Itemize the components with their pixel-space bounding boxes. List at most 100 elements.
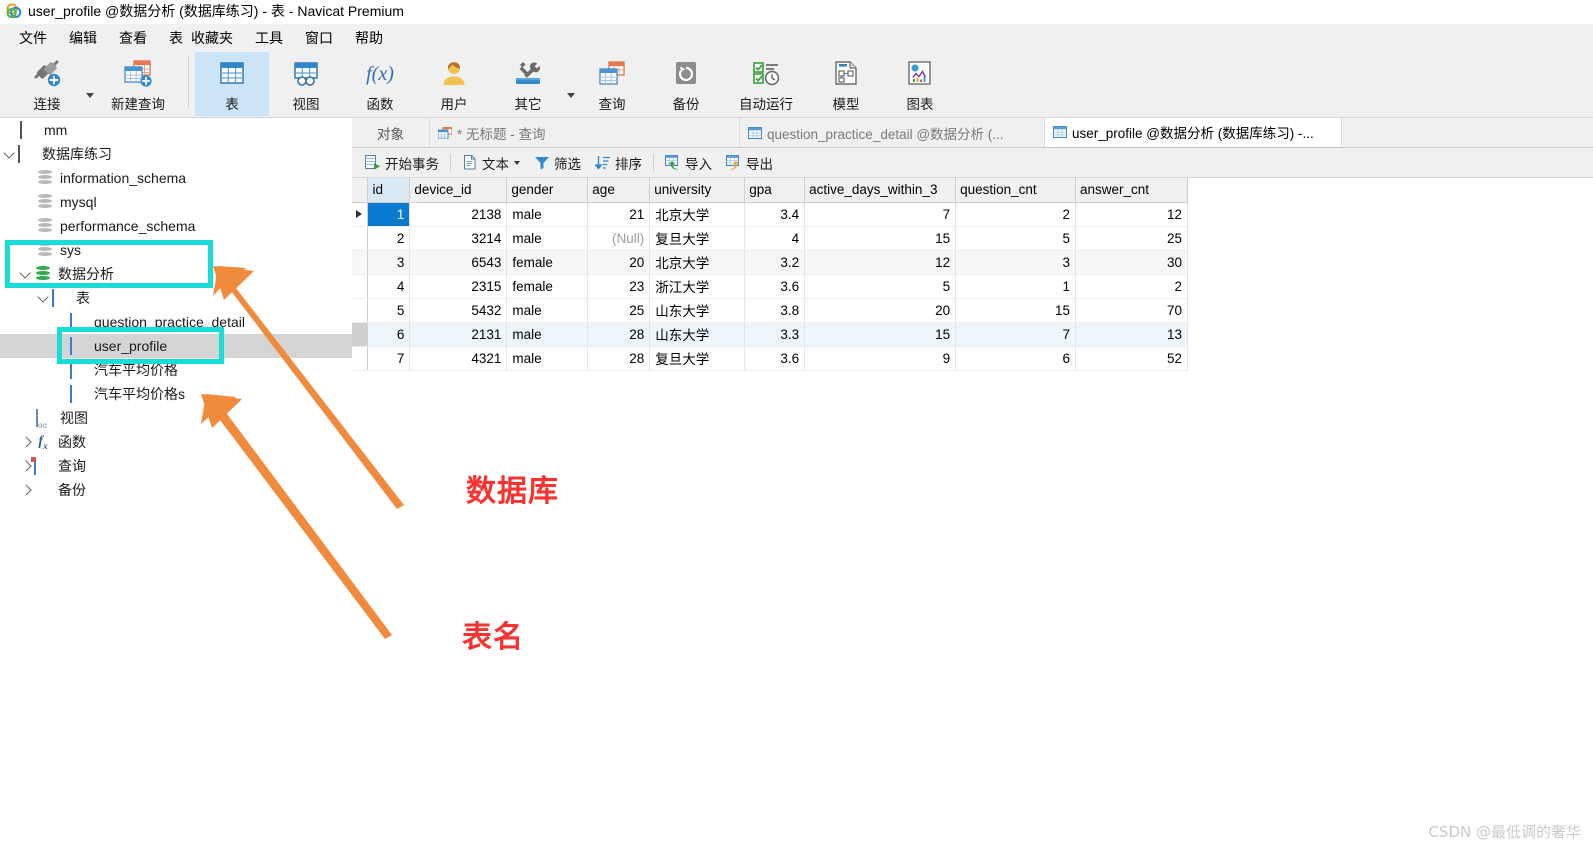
cell-active-days-within-30[interactable]: 5 [804, 274, 957, 299]
cell-question-cnt[interactable]: 15 [955, 298, 1077, 323]
cell-answer-cnt[interactable]: 70 [1075, 298, 1188, 323]
data-grid[interactable]: id device_id gender age university gpa a… [352, 178, 1188, 371]
cell-question-cnt[interactable]: 3 [955, 250, 1077, 275]
cell-university[interactable]: 北京大学 [649, 202, 746, 227]
tree-db-sys[interactable]: sys [0, 238, 352, 262]
column-header-age[interactable]: age [587, 178, 651, 203]
cell-active-days-within-30[interactable]: 9 [804, 346, 957, 371]
tree-folder-tables[interactable]: 表 [0, 286, 352, 310]
column-header-university[interactable]: university [649, 178, 746, 203]
cell-gpa[interactable]: 4 [744, 226, 806, 251]
toolbar-function[interactable]: f(x) 函数 [343, 52, 417, 116]
cell-device-id[interactable]: 6543 [409, 250, 508, 275]
row-marker[interactable] [352, 226, 369, 251]
cell-age[interactable]: 23 [587, 274, 651, 299]
tab-objects[interactable]: 对象 [352, 118, 430, 147]
tree-connection-shujukulianxi[interactable]: 数据库练习 [0, 142, 352, 166]
column-header-answer-cnt[interactable]: answer_cnt [1075, 178, 1188, 203]
toolbar-automation[interactable]: 自动运行 [723, 52, 809, 116]
menu-help[interactable]: 帮助 [344, 25, 394, 51]
table-row[interactable]: 6 2131 male 28 山东大学 3.3 15 7 13 [352, 322, 1188, 347]
toolbar-query[interactable]: 查询 [575, 52, 649, 116]
toolbar-other-dropdown-icon[interactable] [567, 93, 575, 98]
cell-active-days-within-30[interactable]: 12 [804, 250, 957, 275]
column-header-active-days-within-30[interactable]: active_days_within_3 [804, 178, 957, 203]
grid-sort[interactable]: 排序 [588, 151, 649, 175]
menu-tools[interactable]: 工具 [244, 25, 294, 51]
toolbar-connection-dropdown-icon[interactable] [86, 93, 94, 98]
cell-id[interactable]: 3 [367, 250, 411, 275]
tree-db-mysql[interactable]: mysql [0, 190, 352, 214]
cell-answer-cnt[interactable]: 52 [1075, 346, 1188, 371]
tab-user-profile[interactable]: user_profile @数据分析 (数据库练习) -... [1045, 118, 1342, 147]
tab-untitled-query[interactable]: * 无标题 - 查询 [430, 118, 740, 147]
cell-answer-cnt[interactable]: 30 [1075, 250, 1188, 275]
toolbar-user[interactable]: 用户 [417, 52, 491, 116]
tree-db-shujufenxi[interactable]: 数据分析 [0, 262, 352, 286]
cell-university[interactable]: 山东大学 [649, 322, 746, 347]
tree-connection-mm[interactable]: mm [0, 118, 352, 142]
cell-active-days-within-30[interactable]: 15 [804, 322, 957, 347]
cell-gpa[interactable]: 3.4 [744, 202, 806, 227]
chevron-right-icon[interactable] [18, 482, 34, 498]
cell-id[interactable]: 6 [367, 322, 411, 347]
cell-gender[interactable]: male [506, 322, 589, 347]
table-row[interactable]: 7 4321 male 28 复旦大学 3.6 9 6 52 [352, 346, 1188, 371]
cell-gender[interactable]: female [506, 250, 589, 275]
grid-import[interactable]: 导入 [658, 151, 719, 175]
chevron-right-icon[interactable] [18, 434, 34, 450]
tree-folder-backups[interactable]: 备份 [0, 478, 352, 502]
menu-favorites[interactable]: 收藏夹 [187, 25, 244, 51]
toolbar-model[interactable]: 模型 [809, 52, 883, 116]
cell-gpa[interactable]: 3.2 [744, 250, 806, 275]
cell-question-cnt[interactable]: 7 [955, 322, 1077, 347]
column-header-device-id[interactable]: device_id [409, 178, 508, 203]
cell-question-cnt[interactable]: 1 [955, 274, 1077, 299]
cell-answer-cnt[interactable]: 2 [1075, 274, 1188, 299]
row-marker[interactable] [352, 274, 369, 299]
tree-table-qichepingjunjiage[interactable]: 汽车平均价格 [0, 358, 352, 382]
toolbar-connection[interactable]: 连接 [10, 52, 84, 116]
cell-device-id[interactable]: 5432 [409, 298, 508, 323]
cell-id[interactable]: 2 [367, 226, 411, 251]
row-marker[interactable] [352, 346, 369, 371]
cell-age[interactable]: 28 [587, 346, 651, 371]
row-marker[interactable] [352, 298, 369, 323]
tree-folder-queries[interactable]: 查询 [0, 454, 352, 478]
cell-question-cnt[interactable]: 6 [955, 346, 1077, 371]
cell-answer-cnt[interactable]: 25 [1075, 226, 1188, 251]
cell-active-days-within-30[interactable]: 20 [804, 298, 957, 323]
cell-age[interactable]: (Null) [587, 226, 651, 251]
cell-university[interactable]: 浙江大学 [649, 274, 746, 299]
grid-begin-transaction[interactable]: 开始事务 [358, 151, 446, 175]
cell-gender[interactable]: male [506, 346, 589, 371]
tree-table-qichepingjunjiages[interactable]: 汽车平均价格s [0, 382, 352, 406]
row-marker[interactable] [352, 202, 369, 227]
row-marker[interactable] [352, 322, 369, 347]
cell-university[interactable]: 复旦大学 [649, 226, 746, 251]
toolbar-other[interactable]: 其它 [491, 52, 565, 116]
database-tree-sidebar[interactable]: mm 数据库练习 information_schema mysql perfor… [0, 118, 352, 852]
table-row[interactable]: 1 2138 male 21 北京大学 3.4 7 2 12 [352, 202, 1188, 227]
cell-gpa[interactable]: 3.3 [744, 322, 806, 347]
cell-answer-cnt[interactable]: 13 [1075, 322, 1188, 347]
tree-db-performance-schema[interactable]: performance_schema [0, 214, 352, 238]
menu-window[interactable]: 窗口 [294, 25, 344, 51]
toolbar-view[interactable]: 视图 [269, 52, 343, 116]
toolbar-new-query[interactable]: 新建查询 [94, 52, 182, 116]
toolbar-chart[interactable]: 图表 [883, 52, 957, 116]
grid-text[interactable]: 文本 [455, 151, 527, 175]
cell-device-id[interactable]: 4321 [409, 346, 508, 371]
menu-file[interactable]: 文件 [8, 25, 58, 51]
cell-gender[interactable]: male [506, 226, 589, 251]
cell-active-days-within-30[interactable]: 7 [804, 202, 957, 227]
menu-edit[interactable]: 编辑 [58, 25, 108, 51]
grid-export[interactable]: 导出 [719, 151, 780, 175]
column-header-gpa[interactable]: gpa [744, 178, 806, 203]
table-row[interactable]: 3 6543 female 20 北京大学 3.2 12 3 30 [352, 250, 1188, 275]
cell-device-id[interactable]: 2315 [409, 274, 508, 299]
cell-university[interactable]: 复旦大学 [649, 346, 746, 371]
chevron-down-icon[interactable] [36, 290, 52, 306]
toolbar-backup[interactable]: 备份 [649, 52, 723, 116]
cell-age[interactable]: 20 [587, 250, 651, 275]
